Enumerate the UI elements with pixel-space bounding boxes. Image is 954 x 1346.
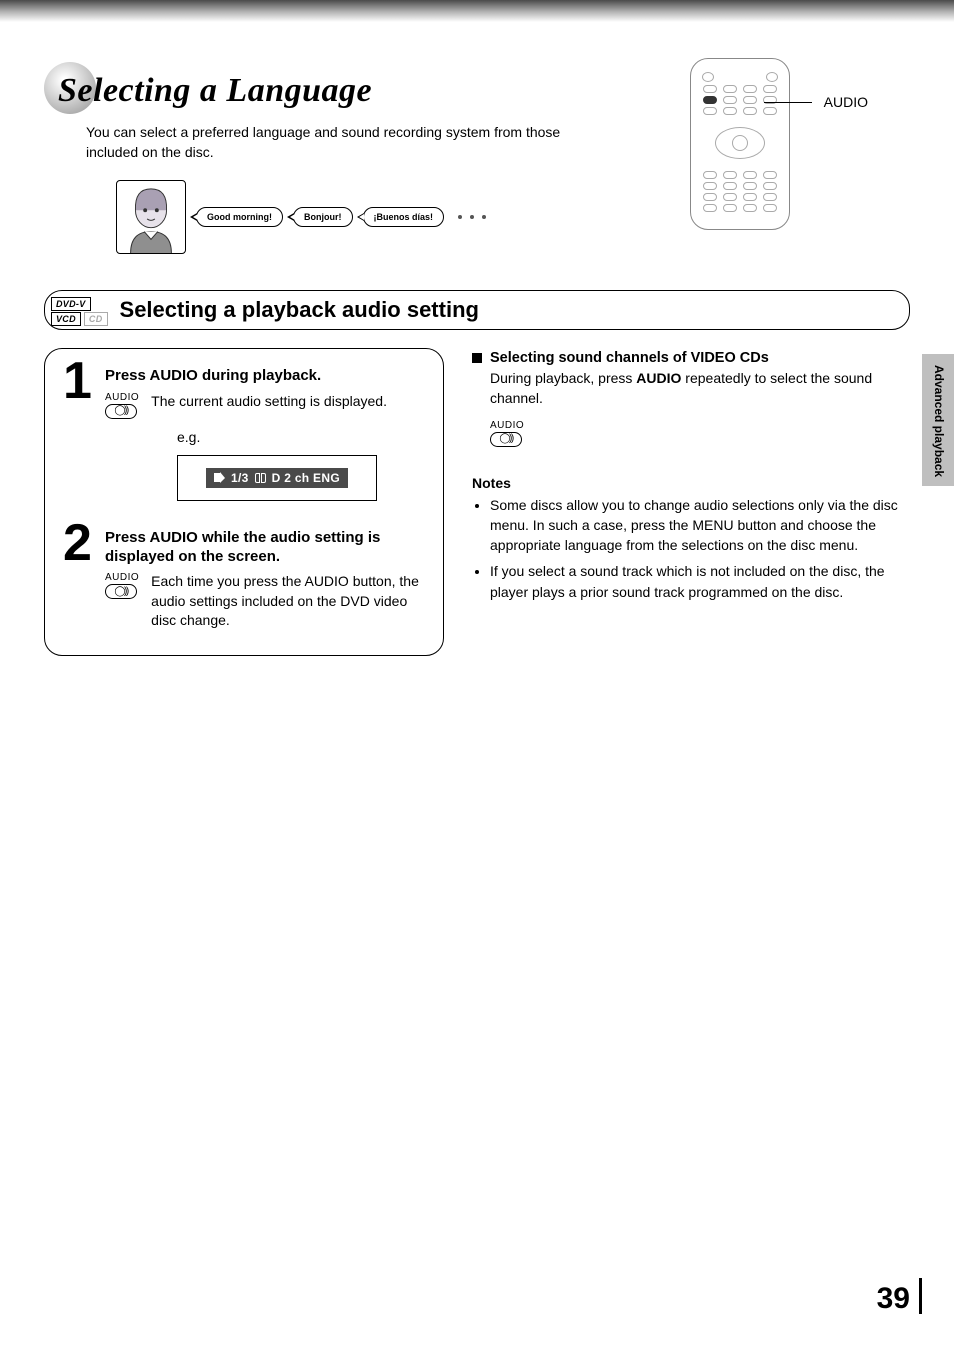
notes-list: Some discs allow you to change audio sel… [472,495,910,602]
note-item: If you select a sound track which is not… [490,561,910,602]
speech-icon [214,473,225,482]
step-1: 1 Press AUDIO during playback. AUDIO ◯))… [67,367,421,501]
steps-box: 1 Press AUDIO during playback. AUDIO ◯))… [44,348,444,656]
speech-bubble: ¡Buenos días! [363,207,445,227]
subsection-heading: Selecting sound channels of VIDEO CDs [472,350,910,366]
step-2: 2 Press AUDIO while the audio setting is… [67,529,421,631]
right-column: Selecting sound channels of VIDEO CDs Du… [472,348,910,608]
osd-codec: D 2 ch ENG [272,471,340,485]
step-number: 2 [63,517,89,569]
remote-diagram: AUDIO [690,58,790,230]
step-text: Each time you press the AUDIO button, th… [151,572,421,631]
badge-cd: CD [84,312,108,326]
step-heading: Press AUDIO while the audio setting is d… [105,529,421,567]
badge-dvdv: DVD-V [51,297,91,311]
section-title: Selecting a playback audio setting [120,297,479,323]
remote-audio-button [703,96,717,104]
step-heading: Press AUDIO during playback. [105,367,421,386]
format-badges: DVD-V VCD CD [47,292,108,328]
page: Selecting a Language You can select a pr… [0,22,954,656]
speech-bubble: Bonjour! [293,207,353,227]
side-tab-label: Advanced playback [932,365,946,477]
step-number: 1 [63,355,89,407]
header-area: Selecting a Language You can select a pr… [44,50,910,290]
person-icon [116,180,186,254]
badge-vcd: VCD [51,312,81,326]
section-heading: DVD-V VCD CD Selecting a playback audio … [44,290,910,330]
osd-count: 1/3 [231,471,249,485]
step-text: The current audio setting is displayed. [151,392,387,412]
page-intro: You can select a preferred language and … [86,122,586,163]
page-title: Selecting a Language [58,72,372,110]
osd-screen: 1/3 D 2 ch ENG [177,455,377,501]
language-illustration: Good morning! Bonjour! ¡Buenos días! [116,180,486,254]
ellipsis-dots [458,215,486,219]
audio-key-icon: AUDIO ◯)) [490,421,524,447]
notes-heading: Notes [472,475,910,491]
top-gradient [0,0,954,22]
content-columns: 1 Press AUDIO during playback. AUDIO ◯))… [44,348,910,656]
dolby-icon [255,473,266,483]
page-number: 39 [877,1282,910,1316]
speech-bubble: Good morning! [196,207,283,227]
osd-readout: 1/3 D 2 ch ENG [206,468,348,488]
square-bullet-icon [472,353,482,363]
audio-key-icon: AUDIO ◯)) [105,393,139,419]
page-number-divider [919,1278,922,1314]
remote-outline [690,58,790,230]
example-label: e.g. [177,429,421,445]
remote-callout-label: AUDIO [824,94,868,110]
audio-key-icon: AUDIO ◯)) [105,573,139,599]
subsection-text: During playback, press AUDIO repeatedly … [490,368,910,409]
note-item: Some discs allow you to change audio sel… [490,495,910,556]
